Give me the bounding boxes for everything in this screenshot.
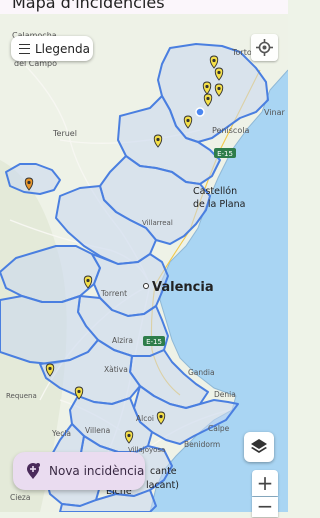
label-villarreal: Villarreal [142, 219, 173, 227]
svg-text:E-15: E-15 [217, 150, 233, 158]
page-title: Mapa d'incidències [12, 0, 165, 12]
zoom-in-button[interactable]: + [252, 470, 278, 496]
app-bar: Mapa d'incidències [0, 0, 288, 14]
label-calpe: Calpe [208, 424, 230, 433]
highway-shield-e15-south: E-15 [143, 336, 165, 346]
label-castellon-2: de la Plana [193, 199, 245, 210]
label-vinaros: Vinar [264, 108, 285, 117]
label-tortosa: Torto [231, 48, 252, 57]
layers-icon [251, 439, 267, 453]
highway-shield-e15-north: E-15 [214, 148, 236, 158]
label-alicante-2: lacant) [146, 480, 179, 491]
label-benidorm: Benidorm [184, 440, 220, 449]
my-location-button[interactable] [251, 34, 278, 61]
label-alicante-1: cante [150, 466, 177, 477]
label-teruel: Teruel [52, 129, 77, 138]
new-incident-label: Nova incidència [49, 464, 145, 478]
label-gandia: Gandia [188, 368, 215, 377]
valencia-city: Valencia [143, 280, 214, 295]
label-yecla: Yecla [51, 429, 71, 438]
add-location-icon [27, 463, 40, 479]
new-incident-button[interactable]: Nova incidència [13, 452, 145, 490]
label-denia: Denia [214, 390, 236, 399]
label-cieza: Cieza [10, 493, 30, 502]
zoom-out-button[interactable]: − [252, 496, 278, 517]
legend-button-label: Llegenda [35, 41, 90, 56]
label-xativa: Xàtiva [104, 365, 128, 374]
legend-button[interactable]: Llegenda [11, 36, 93, 61]
label-alcoi: Alcoi [136, 414, 154, 423]
menu-icon [19, 43, 30, 54]
label-peniscola: Peníscola [212, 126, 249, 135]
label-requena: Requena [6, 392, 37, 400]
layers-button[interactable] [244, 432, 274, 462]
crosshair-icon [256, 39, 273, 56]
label-villena: Villena [85, 426, 110, 435]
label-castellon-1: Castellón [193, 186, 237, 197]
label-valencia: Valencia [152, 280, 214, 295]
label-torrent: Torrent [100, 289, 127, 298]
user-location-dot [195, 107, 205, 117]
label-alzira: Alzira [112, 336, 133, 345]
svg-text:E-15: E-15 [146, 338, 162, 346]
